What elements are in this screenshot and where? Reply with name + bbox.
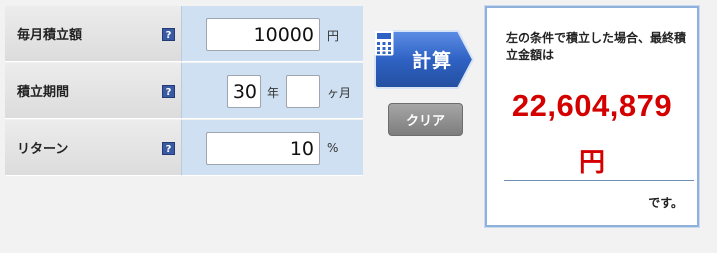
period-label-cell: 積立期間 ? [5, 63, 181, 119]
result-panel: 左の条件で積立した場合、最終積立金額は 22,604,879 円 です。 [485, 6, 699, 227]
monthly-amount-label: 毎月積立額 [17, 28, 83, 43]
period-years-input[interactable] [227, 75, 261, 108]
calculate-button[interactable]: 計算 [374, 30, 474, 89]
result-description: 左の条件で積立した場合、最終積立金額は [506, 31, 687, 62]
help-icon[interactable]: ? [162, 28, 175, 41]
calculate-button-label: 計算 [412, 50, 453, 72]
period-label: 積立期間 [17, 85, 70, 100]
period-months-input[interactable] [286, 75, 320, 108]
period-months-unit: ヶ月 [327, 86, 352, 100]
return-value-cell: % [181, 120, 363, 176]
result-suffix: です。 [648, 196, 683, 210]
monthly-amount-row: 毎月積立額 ? 円 [5, 6, 363, 62]
help-icon[interactable]: ? [162, 142, 175, 155]
monthly-amount-value-cell: 円 [181, 6, 363, 62]
monthly-amount-label-cell: 毎月積立額 ? [5, 6, 181, 62]
period-years-unit: 年 [267, 86, 280, 100]
period-value-cell: 年 ヶ月 [181, 63, 363, 119]
result-unit: 円 [578, 148, 605, 178]
result-divider [504, 180, 694, 181]
help-icon[interactable]: ? [162, 85, 175, 98]
return-unit: % [327, 141, 339, 155]
return-label: リターン [17, 142, 69, 157]
monthly-amount-input[interactable] [206, 18, 320, 51]
return-input[interactable] [206, 132, 320, 165]
return-row: リターン ? % [5, 120, 363, 176]
monthly-amount-unit: 円 [327, 29, 340, 43]
period-row: 積立期間 ? 年 ヶ月 [5, 63, 363, 119]
clear-button[interactable]: クリア [388, 103, 463, 136]
result-amount: 22,604,879 [511, 88, 673, 123]
return-label-cell: リターン ? [5, 120, 181, 176]
calculator-icon [374, 30, 394, 56]
clear-button-label: クリア [405, 114, 445, 129]
